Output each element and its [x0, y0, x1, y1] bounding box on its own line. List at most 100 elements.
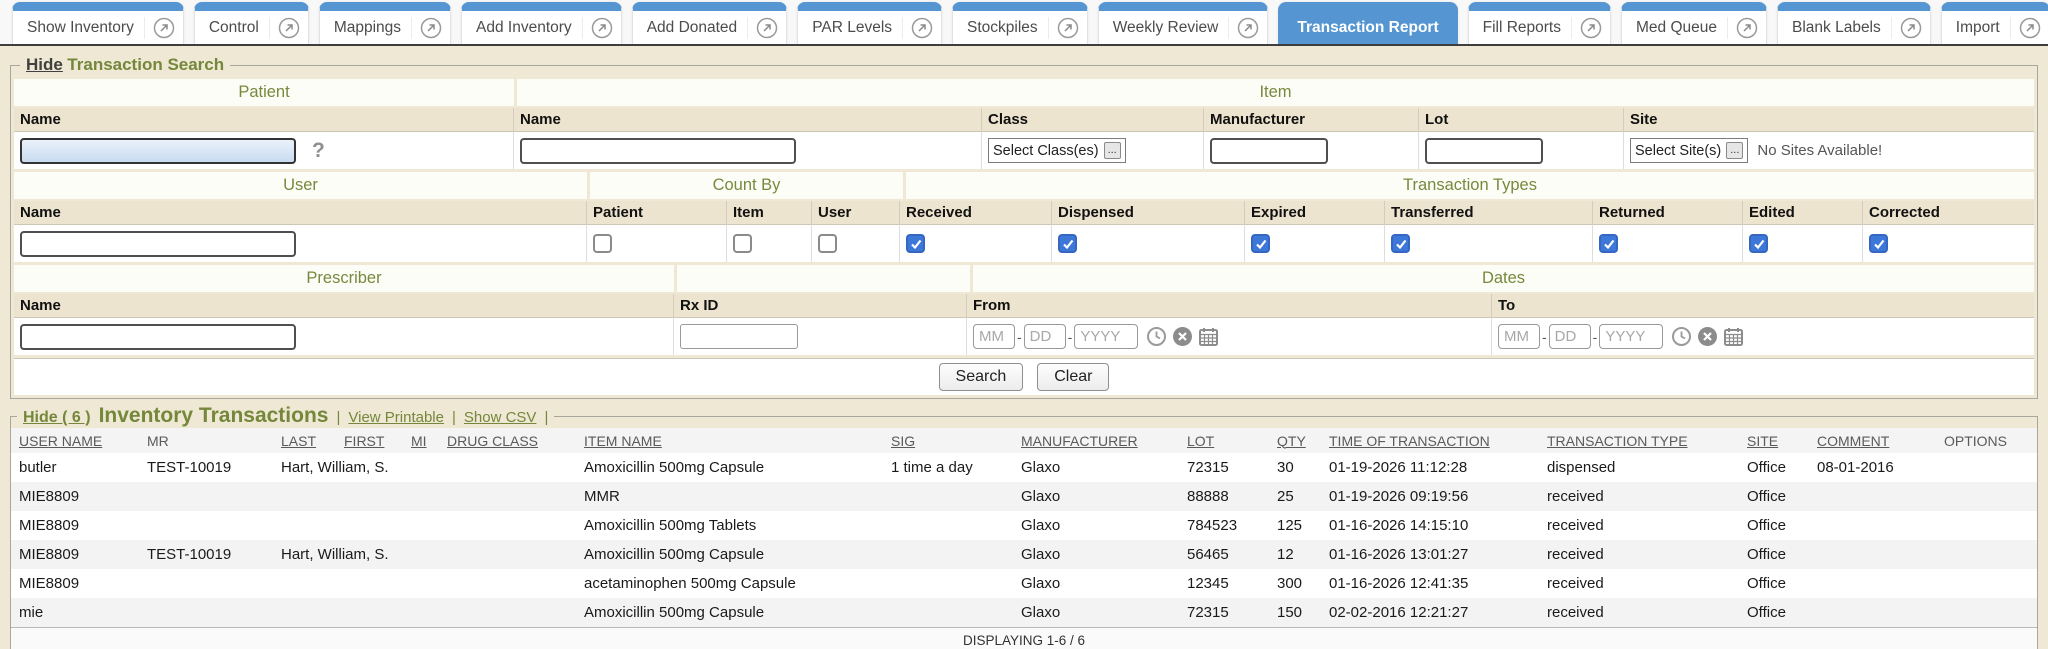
clear-date-icon[interactable] — [1172, 326, 1193, 347]
to-day-input[interactable] — [1549, 324, 1591, 349]
tab-add-donated[interactable]: Add Donated — [632, 2, 788, 44]
from-month-input[interactable] — [973, 324, 1015, 349]
count-by-user-checkbox[interactable] — [818, 234, 837, 253]
tab-label: Mappings — [334, 19, 411, 37]
type-corrected-checkbox[interactable] — [1869, 234, 1888, 253]
col-first[interactable]: FIRST — [344, 433, 384, 449]
col-site[interactable]: SITE — [1747, 433, 1778, 449]
table-row[interactable]: mie Amoxicillin 500mg Capsule Glaxo 7231… — [11, 598, 2037, 627]
tab-label: Fill Reports — [1483, 19, 1571, 37]
table-row[interactable]: MIE8809 MMR Glaxo 88888 25 01-19-2026 09… — [11, 482, 2037, 511]
cell-qty: 125 — [1269, 511, 1321, 540]
tab-blank-labels[interactable]: Blank Labels — [1777, 2, 1931, 44]
clock-icon[interactable] — [1671, 326, 1692, 347]
popout-icon[interactable] — [747, 17, 778, 39]
type-transferred-checkbox[interactable] — [1391, 234, 1410, 253]
hide-search-link[interactable]: Hide — [26, 55, 63, 74]
item-name-input[interactable] — [520, 138, 796, 164]
col-drug-class[interactable]: DRUG CLASS — [447, 433, 538, 449]
popout-icon[interactable] — [1727, 17, 1758, 39]
table-row[interactable]: MIE8809 Amoxicillin 500mg Tablets Glaxo … — [11, 511, 2037, 540]
cell-user-name: MIE8809 — [11, 482, 139, 511]
popout-icon[interactable] — [1571, 17, 1602, 39]
dates-section-header: Dates — [973, 265, 2034, 292]
tab-control[interactable]: Control — [194, 2, 309, 44]
lot-input[interactable] — [1425, 138, 1543, 164]
view-printable-link[interactable]: View Printable — [348, 409, 444, 426]
popout-icon[interactable] — [144, 17, 175, 39]
tab-import[interactable]: Import — [1941, 2, 2048, 44]
type-received-checkbox[interactable] — [906, 234, 925, 253]
cell-type: received — [1539, 569, 1739, 598]
help-icon[interactable]: ? — [312, 139, 325, 163]
cell-options — [1936, 569, 2037, 598]
select-classes-widget[interactable]: Select Class(es) ... — [988, 138, 1126, 163]
popout-icon[interactable] — [1048, 17, 1079, 39]
show-csv-link[interactable]: Show CSV — [464, 409, 537, 426]
col-comment[interactable]: COMMENT — [1817, 433, 1889, 449]
hide-results-link[interactable]: Hide ( 6 ) — [23, 409, 91, 427]
calendar-icon[interactable] — [1723, 326, 1744, 347]
col-lot[interactable]: LOT — [1187, 433, 1214, 449]
to-month-input[interactable] — [1498, 324, 1540, 349]
tab-show-inventory[interactable]: Show Inventory — [12, 2, 184, 44]
tab-med-queue[interactable]: Med Queue — [1621, 2, 1767, 44]
cell-options — [1936, 540, 2037, 569]
clear-date-icon[interactable] — [1697, 326, 1718, 347]
popout-icon[interactable] — [1228, 17, 1259, 39]
popout-icon[interactable] — [411, 17, 442, 39]
popout-icon[interactable] — [582, 17, 613, 39]
col-item-name[interactable]: ITEM NAME — [584, 433, 662, 449]
tab-mappings[interactable]: Mappings — [319, 2, 451, 44]
select-sites-widget[interactable]: Select Site(s) ... — [1630, 138, 1748, 163]
select-classes-dots-button[interactable]: ... — [1104, 142, 1121, 159]
tab-par-levels[interactable]: PAR Levels — [797, 2, 942, 44]
count-by-item-checkbox[interactable] — [733, 234, 752, 253]
col-user-name[interactable]: USER NAME — [19, 433, 102, 449]
search-button[interactable]: Search — [939, 363, 1024, 391]
tab-transaction-report[interactable]: Transaction Report — [1278, 2, 1457, 44]
table-row[interactable]: MIE8809 acetaminophen 500mg Capsule Glax… — [11, 569, 2037, 598]
count-by-patient-checkbox[interactable] — [593, 234, 612, 253]
type-expired-checkbox[interactable] — [1251, 234, 1270, 253]
type-edited-checkbox[interactable] — [1749, 234, 1768, 253]
prescriber-name-label: Name — [14, 294, 674, 317]
popout-icon[interactable] — [1891, 17, 1922, 39]
prescriber-name-input[interactable] — [20, 324, 296, 350]
col-mi[interactable]: MI — [411, 433, 427, 449]
popout-icon[interactable] — [269, 17, 300, 39]
col-manufacturer[interactable]: MANUFACTURER — [1021, 433, 1138, 449]
popout-icon[interactable] — [2010, 17, 2041, 39]
from-year-input[interactable] — [1074, 324, 1138, 349]
type-dispensed-checkbox[interactable] — [1058, 234, 1077, 253]
from-day-input[interactable] — [1024, 324, 1066, 349]
col-time-of-transaction[interactable]: TIME OF TRANSACTION — [1329, 433, 1490, 449]
col-last[interactable]: LAST — [281, 433, 316, 449]
table-row[interactable]: butler TEST-10019 Hart, William, S. Amox… — [11, 453, 2037, 482]
type-returned-checkbox[interactable] — [1599, 234, 1618, 253]
cell-user-name: mie — [11, 598, 139, 627]
select-sites-dots-button[interactable]: ... — [1726, 142, 1743, 159]
rx-id-input[interactable] — [680, 324, 798, 349]
calendar-icon[interactable] — [1198, 326, 1219, 347]
clear-button[interactable]: Clear — [1037, 363, 1109, 391]
cell-lot: 72315 — [1179, 598, 1269, 627]
cell-mi — [403, 482, 439, 511]
clock-icon[interactable] — [1146, 326, 1167, 347]
col-transaction-type[interactable]: TRANSACTION TYPE — [1547, 433, 1688, 449]
tab-stockpiles[interactable]: Stockpiles — [952, 2, 1088, 44]
user-name-input[interactable] — [20, 231, 296, 257]
table-header-row: USER NAME MR LAST FIRST MI DRUG CLASS IT… — [11, 428, 2037, 453]
tab-fill-reports[interactable]: Fill Reports — [1468, 2, 1611, 44]
cell-mr — [139, 482, 273, 511]
popout-icon[interactable] — [902, 17, 933, 39]
table-row[interactable]: MIE8809 TEST-10019 Hart, William, S. Amo… — [11, 540, 2037, 569]
cell-time: 01-16-2026 12:41:35 — [1321, 569, 1539, 598]
tab-weekly-review[interactable]: Weekly Review — [1098, 2, 1269, 44]
col-sig[interactable]: SIG — [891, 433, 915, 449]
tab-add-inventory[interactable]: Add Inventory — [461, 2, 622, 44]
col-qty[interactable]: QTY — [1277, 433, 1306, 449]
to-year-input[interactable] — [1599, 324, 1663, 349]
patient-name-input[interactable] — [20, 138, 296, 164]
manufacturer-input[interactable] — [1210, 138, 1328, 164]
